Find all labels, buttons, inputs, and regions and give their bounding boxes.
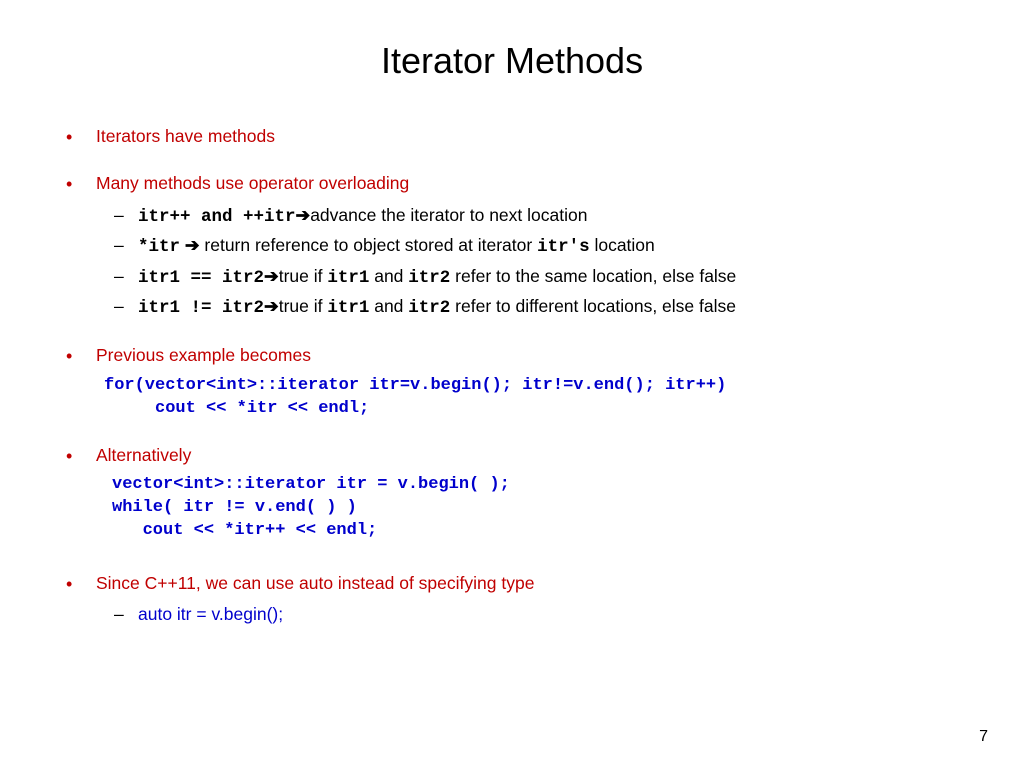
slide-content: Iterators have methods Many methods use … bbox=[60, 124, 964, 627]
code-span: itr2 bbox=[408, 298, 450, 318]
bullet-text: Since C++11, we can use auto instead of … bbox=[96, 573, 534, 593]
sub-list: auto itr = v.begin(); bbox=[96, 602, 964, 627]
bullet-item: Many methods use operator overloading it… bbox=[96, 171, 964, 321]
code-block: vector<int>::iterator itr = v.begin( ); … bbox=[96, 474, 964, 543]
text-span: location bbox=[590, 235, 655, 255]
bullet-text: Previous example becomes bbox=[96, 345, 311, 365]
slide: Iterator Methods Iterators have methods … bbox=[0, 0, 1024, 768]
arrow-icon: ➔ bbox=[264, 266, 279, 286]
code-span: itr1 == itr2 bbox=[138, 268, 264, 288]
bullet-item: Previous example becomes for(vector<int>… bbox=[96, 343, 964, 420]
slide-title: Iterator Methods bbox=[60, 40, 964, 82]
arrow-icon: ➔ bbox=[296, 205, 311, 225]
text-span: refer to different locations, else false bbox=[450, 296, 736, 316]
code-span: itr1 != itr2 bbox=[138, 298, 264, 318]
bullet-text: Alternatively bbox=[96, 445, 191, 465]
code-span: itr1 bbox=[327, 268, 369, 288]
bullet-text: Many methods use operator overloading bbox=[96, 173, 409, 193]
code-span: *itr bbox=[138, 237, 180, 257]
text-span: advance the iterator to next location bbox=[310, 205, 587, 225]
bullet-item: Alternatively vector<int>::iterator itr … bbox=[96, 443, 964, 543]
text-span: refer to the same location, else false bbox=[450, 266, 736, 286]
code-span: itr1 bbox=[327, 298, 369, 318]
code-span: itr++ and ++itr bbox=[138, 207, 296, 227]
arrow-icon: ➔ bbox=[180, 235, 204, 255]
code-block: for(vector<int>::iterator itr=v.begin();… bbox=[96, 375, 964, 421]
bullet-list: Iterators have methods Many methods use … bbox=[60, 124, 964, 627]
sub-item: itr++ and ++itr➔advance the iterator to … bbox=[138, 203, 964, 230]
code-span: itr2 bbox=[408, 268, 450, 288]
text-span: and bbox=[369, 266, 408, 286]
sub-list: itr++ and ++itr➔advance the iterator to … bbox=[96, 203, 964, 322]
sub-item: itr1 != itr2➔true if itr1 and itr2 refer… bbox=[138, 294, 964, 321]
text-span: and bbox=[369, 296, 408, 316]
sub-item: itr1 == itr2➔true if itr1 and itr2 refer… bbox=[138, 264, 964, 291]
bullet-text: Iterators have methods bbox=[96, 126, 275, 146]
sub-item: *itr ➔ return reference to object stored… bbox=[138, 233, 964, 260]
arrow-icon: ➔ bbox=[264, 296, 279, 316]
text-span: true if bbox=[279, 296, 328, 316]
bullet-item: Iterators have methods bbox=[96, 124, 964, 149]
page-number: 7 bbox=[979, 728, 988, 746]
code-span: itr's bbox=[537, 237, 590, 257]
text-span: return reference to object stored at ite… bbox=[204, 235, 537, 255]
text-span: true if bbox=[279, 266, 328, 286]
sub-item: auto itr = v.begin(); bbox=[138, 602, 964, 627]
bullet-item: Since C++11, we can use auto instead of … bbox=[96, 571, 964, 628]
code-line: auto itr = v.begin(); bbox=[138, 604, 283, 624]
